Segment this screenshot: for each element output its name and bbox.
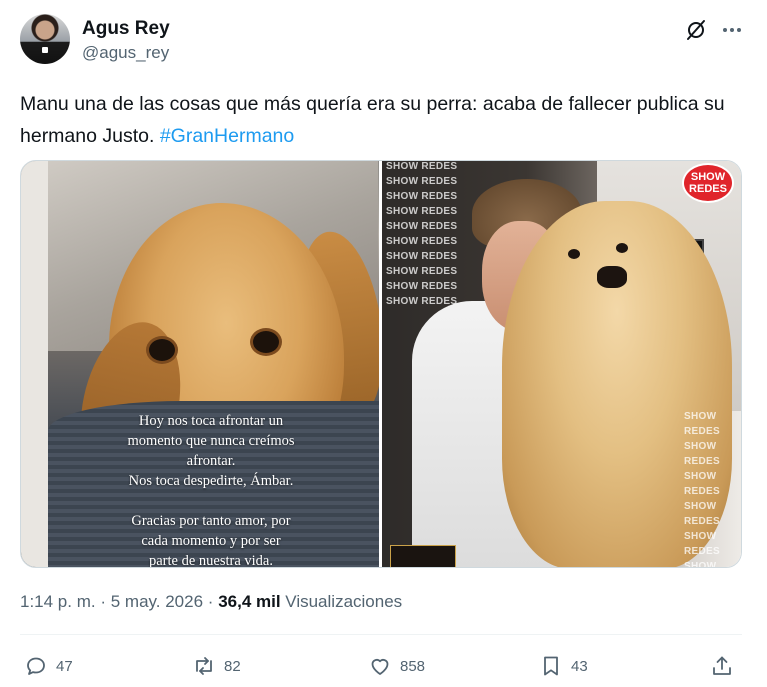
divider	[20, 634, 742, 635]
heart-icon	[371, 658, 389, 675]
share-button[interactable]	[710, 650, 734, 682]
media-grid: Hoy nos toca afrontar un momento que nun…	[20, 160, 742, 568]
photo-dog-memorial[interactable]: Hoy nos toca afrontar un momento que nun…	[21, 161, 379, 568]
watermark-right: SHOW REDES SHOW REDES SHOW REDES SHOW REDE…	[684, 411, 720, 568]
repost-button[interactable]: 82	[192, 650, 241, 682]
meta-separator: ·	[207, 592, 214, 611]
views-count: 36,4 mil	[218, 592, 281, 611]
show-redes-badge: SHOW REDES	[682, 163, 734, 203]
tweet-body: Manu una de las cosas que más quería era…	[20, 93, 725, 147]
bookmark-count: 43	[571, 657, 588, 675]
reply-count: 47	[56, 657, 73, 675]
author-handle[interactable]: @agus_rey	[82, 43, 169, 63]
tweet-time[interactable]: 1:14 p. m.	[20, 592, 96, 611]
repost-count: 82	[224, 657, 241, 675]
more-icon[interactable]	[720, 18, 744, 42]
meta-separator: ·	[100, 592, 107, 611]
views-label: Visualizaciones	[285, 592, 403, 611]
action-bar: 47 82 858 43	[20, 650, 742, 682]
reply-button[interactable]: 47	[24, 650, 73, 682]
photo-caption: Hoy nos toca afrontar un momento que nun…	[127, 413, 295, 568]
tweet-meta: 1:14 p. m. · 5 may. 2026 · 36,4 mil Visu…	[20, 592, 402, 612]
channel-logo	[390, 545, 456, 567]
grok-icon[interactable]	[684, 18, 708, 42]
share-icon	[713, 656, 731, 675]
tweet-header: Agus Rey @agus_rey	[20, 14, 750, 68]
reply-icon	[27, 657, 45, 675]
repost-icon	[196, 657, 212, 675]
tweet-text: Manu una de las cosas que más quería era…	[20, 88, 740, 152]
like-button[interactable]: 858	[368, 650, 425, 682]
photo-man-with-dog[interactable]: SHOW REDES SHOW REDES SHOW REDES SHOW REDE…	[382, 161, 741, 568]
bookmark-button[interactable]: 43	[539, 650, 588, 682]
like-count: 858	[400, 657, 426, 675]
author-name[interactable]: Agus Rey	[82, 18, 170, 40]
tweet-date[interactable]: 5 may. 2026	[111, 592, 203, 611]
hashtag-link[interactable]: #GranHermano	[160, 125, 294, 147]
bookmark-icon	[544, 656, 558, 676]
avatar[interactable]	[20, 14, 70, 64]
watermark-left: SHOW REDES SHOW REDES SHOW REDES SHOW REDE…	[386, 161, 458, 307]
